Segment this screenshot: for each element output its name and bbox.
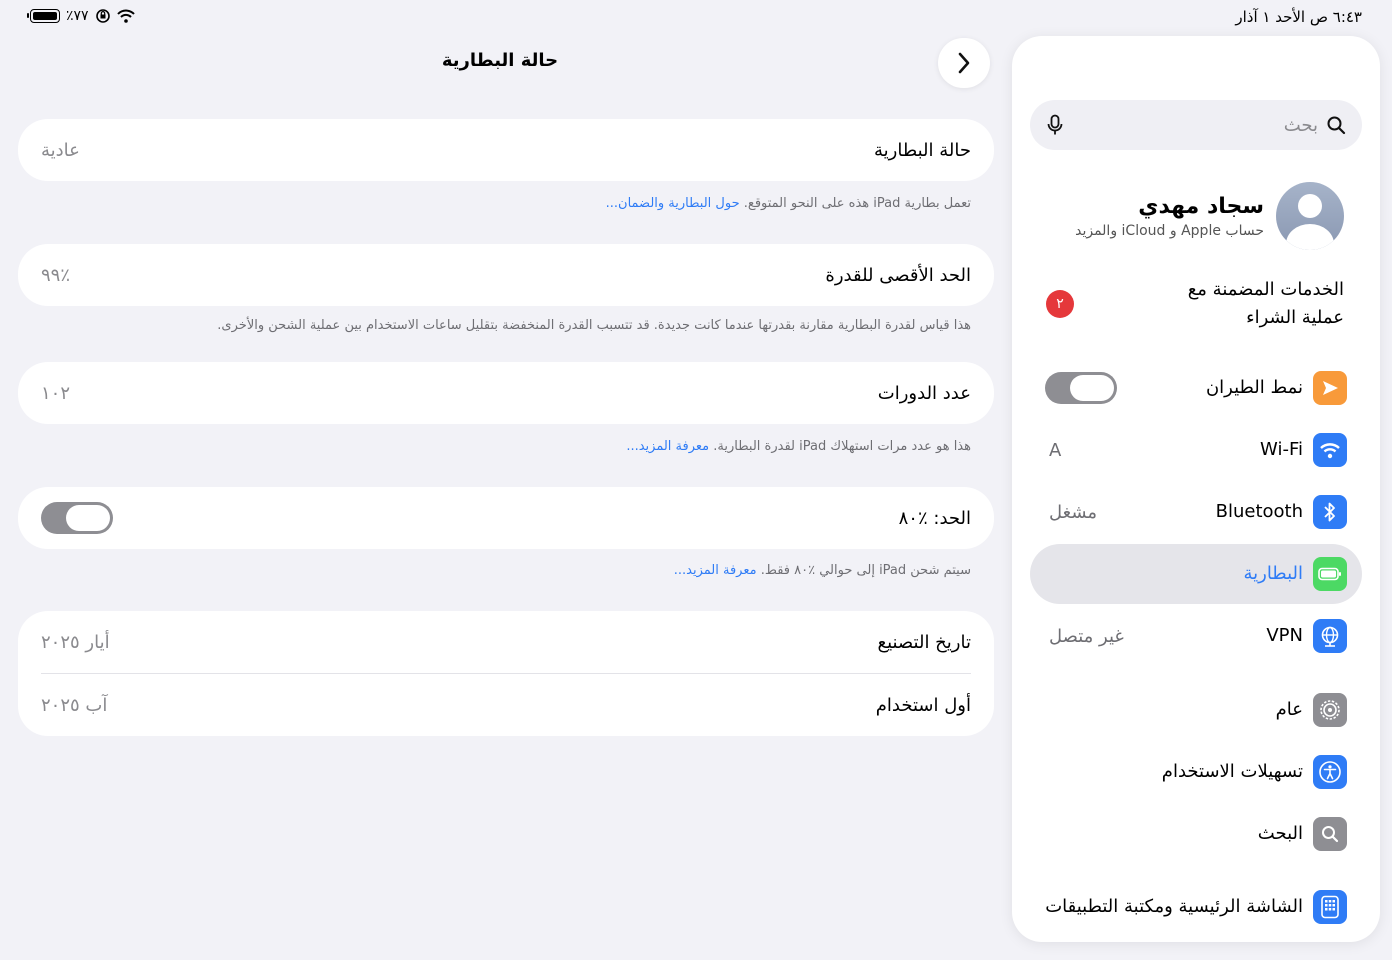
sidebar-item-vpn[interactable]: VPN غير متصل: [1030, 606, 1362, 666]
search-input[interactable]: [1072, 114, 1318, 136]
notification-badge: ٢: [1046, 290, 1074, 318]
sidebar-item-label: البطارية: [1243, 563, 1303, 584]
bluetooth-icon: [1313, 495, 1347, 529]
sidebar-item-bluetooth[interactable]: Bluetooth مشغل: [1030, 482, 1362, 542]
status-indicators: ٪٧٧: [27, 8, 135, 24]
wifi-status-icon: [116, 9, 135, 23]
services-label: الخدمات المضمنة مع عملية الشراء: [1187, 279, 1344, 328]
avatar: [1276, 182, 1344, 250]
cycle-count-label: عدد الدورات: [877, 382, 971, 404]
orientation-lock-icon: [95, 9, 110, 23]
manufacture-date-value: أيار ٢٠٢٥: [41, 631, 110, 653]
back-button[interactable]: [938, 38, 990, 88]
first-use-label: أول استخدام: [875, 694, 971, 716]
battery-status-icon: [27, 9, 60, 23]
battery-icon: [1313, 557, 1347, 591]
settings-sidebar: سجاد مهدي حساب Apple و iCloud والمزيد ال…: [1012, 36, 1380, 942]
profile-subtitle: حساب Apple و iCloud والمزيد: [1075, 222, 1264, 239]
vpn-status: غير متصل: [1049, 625, 1124, 647]
battery-health-footnote: تعمل بطارية iPad هذه على النحو المتوقع. …: [18, 196, 971, 211]
manufacture-date-label: تاريخ التصنيع: [877, 631, 971, 653]
microphone-icon[interactable]: [1046, 114, 1064, 136]
charge-limit-toggle[interactable]: [41, 502, 113, 534]
included-services-row[interactable]: الخدمات المضمنة مع عملية الشراء ٢: [1030, 276, 1344, 332]
manufacture-date-row: تاريخ التصنيع أيار ٢٠٢٥: [18, 611, 994, 673]
charge-limit-row: الحد: ٪٨٠: [18, 487, 994, 549]
sidebar-item-search[interactable]: البحث: [1030, 804, 1362, 864]
sidebar-item-wifi[interactable]: Wi-Fi A: [1030, 420, 1362, 480]
sidebar-item-label: Bluetooth: [1215, 501, 1303, 522]
profile-name: سجاد مهدي: [1138, 193, 1264, 219]
search-icon: [1313, 817, 1347, 851]
battery-health-row: حالة البطارية عادية: [18, 119, 994, 181]
cycle-count-card: عدد الدورات ١٠٢: [18, 362, 994, 424]
max-capacity-card: الحد الأقصى للقدرة ٪٩٩: [18, 244, 994, 306]
sidebar-item-accessibility[interactable]: تسهيلات الاستخدام: [1030, 742, 1362, 802]
chevron-right-icon: [958, 52, 970, 74]
max-capacity-label: الحد الأقصى للقدرة: [825, 264, 971, 286]
status-time: ٦:٤٣ ص الأحد ١ آذار: [1235, 8, 1362, 26]
home-screen-icon: [1313, 890, 1347, 924]
globe-icon: [1313, 619, 1347, 653]
charge-limit-label: الحد: ٪٨٠: [898, 507, 971, 529]
battery-warranty-link[interactable]: حول البطارية والضمان...: [606, 196, 740, 211]
bluetooth-status: مشغل: [1049, 501, 1098, 523]
max-capacity-value: ٪٩٩: [41, 264, 71, 286]
battery-health-card: حالة البطارية عادية: [18, 119, 994, 181]
sidebar-item-airplane-mode[interactable]: نمط الطيران: [1030, 358, 1362, 418]
wifi-network-name: A: [1049, 439, 1062, 461]
battery-percent: ٪٧٧: [66, 8, 89, 24]
first-use-value: آب ٢٠٢٥: [41, 694, 108, 716]
airplane-mode-toggle[interactable]: [1045, 372, 1117, 404]
gear-icon: [1313, 693, 1347, 727]
sidebar-item-label: البحث: [1257, 823, 1303, 844]
sidebar-item-label: Wi-Fi: [1260, 439, 1303, 460]
sidebar-item-label: الشاشة الرئيسية ومكتبة التطبيقات: [1045, 896, 1303, 917]
accessibility-icon: [1313, 755, 1347, 789]
search-field[interactable]: [1030, 100, 1362, 150]
cycle-count-learn-more-link[interactable]: معرفة المزيد...: [626, 439, 709, 454]
battery-health-value: عادية: [41, 139, 80, 161]
sidebar-item-general[interactable]: عام: [1030, 680, 1362, 740]
search-icon: [1327, 116, 1346, 135]
apple-account-row[interactable]: سجاد مهدي حساب Apple و iCloud والمزيد: [1048, 182, 1344, 250]
sidebar-item-label: VPN: [1266, 625, 1303, 646]
sidebar-item-home-screen[interactable]: الشاشة الرئيسية ومكتبة التطبيقات: [1030, 874, 1362, 940]
charge-limit-footnote: سيتم شحن iPad إلى حوالي ٪٨٠ فقط. معرفة ا…: [18, 563, 971, 578]
page-title: حالة البطارية: [441, 50, 559, 71]
airplane-icon: [1313, 371, 1347, 405]
sidebar-item-battery[interactable]: البطارية: [1030, 544, 1362, 604]
sidebar-item-label: عام: [1275, 699, 1303, 720]
wifi-icon: [1313, 433, 1347, 467]
sidebar-item-label: تسهيلات الاستخدام: [1161, 761, 1303, 782]
cycle-count-footnote: هذا هو عدد مرات استهلاك iPad لقدرة البطا…: [18, 439, 971, 454]
battery-health-note: تعمل بطارية iPad هذه على النحو المتوقع.: [743, 196, 971, 211]
first-use-row: أول استخدام آب ٢٠٢٥: [18, 674, 994, 736]
charge-limit-card: الحد: ٪٨٠: [18, 487, 994, 549]
charge-limit-learn-more-link[interactable]: معرفة المزيد...: [674, 563, 757, 578]
sidebar-item-label: نمط الطيران: [1205, 377, 1303, 398]
cycle-count-row: عدد الدورات ١٠٢: [18, 362, 994, 424]
charge-limit-note: سيتم شحن iPad إلى حوالي ٪٨٠ فقط.: [760, 563, 971, 578]
battery-health-label: حالة البطارية: [874, 139, 971, 161]
dates-card: تاريخ التصنيع أيار ٢٠٢٥ أول استخدام آب ٢…: [18, 611, 994, 736]
max-capacity-footnote: هذا قياس لقدرة البطارية مقارنة بقدرتها ع…: [217, 318, 971, 333]
cycle-count-value: ١٠٢: [41, 382, 71, 404]
cycle-count-note: هذا هو عدد مرات استهلاك iPad لقدرة البطا…: [713, 439, 971, 454]
max-capacity-row: الحد الأقصى للقدرة ٪٩٩: [18, 244, 994, 306]
